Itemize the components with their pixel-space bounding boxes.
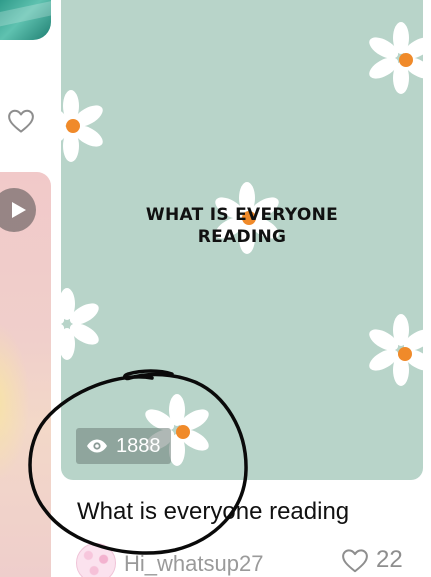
- cover-title-line: WHAT IS EVERYONE: [145, 205, 339, 225]
- feed-page: WHAT IS EVERYONE READING 1888 What is ev…: [0, 0, 431, 577]
- daisy-decoration: [369, 22, 423, 94]
- author-name[interactable]: Hi_whatsup27: [124, 551, 263, 577]
- eye-icon: [87, 439, 107, 453]
- post-caption[interactable]: What is everyone reading: [77, 498, 349, 526]
- cover-title-text: WHAT IS EVERYONE READING: [61, 204, 423, 248]
- post-cover-image[interactable]: WHAT IS EVERYONE READING 1888: [61, 0, 423, 480]
- avatar[interactable]: [76, 543, 116, 577]
- daisy-decoration: [61, 288, 99, 360]
- cover-title-line: READING: [197, 227, 287, 247]
- daisy-decoration: [61, 90, 103, 162]
- daisy-decoration: [369, 314, 423, 386]
- views-badge: 1888: [76, 428, 171, 464]
- left-post-thumbnail[interactable]: [0, 0, 51, 40]
- like-button[interactable]: 22: [340, 546, 403, 574]
- heart-outline-icon: [342, 549, 368, 573]
- views-count: 1888: [116, 434, 161, 457]
- like-count: 22: [376, 546, 403, 573]
- left-video-thumbnail[interactable]: [0, 172, 51, 577]
- heart-outline-icon[interactable]: [6, 106, 36, 136]
